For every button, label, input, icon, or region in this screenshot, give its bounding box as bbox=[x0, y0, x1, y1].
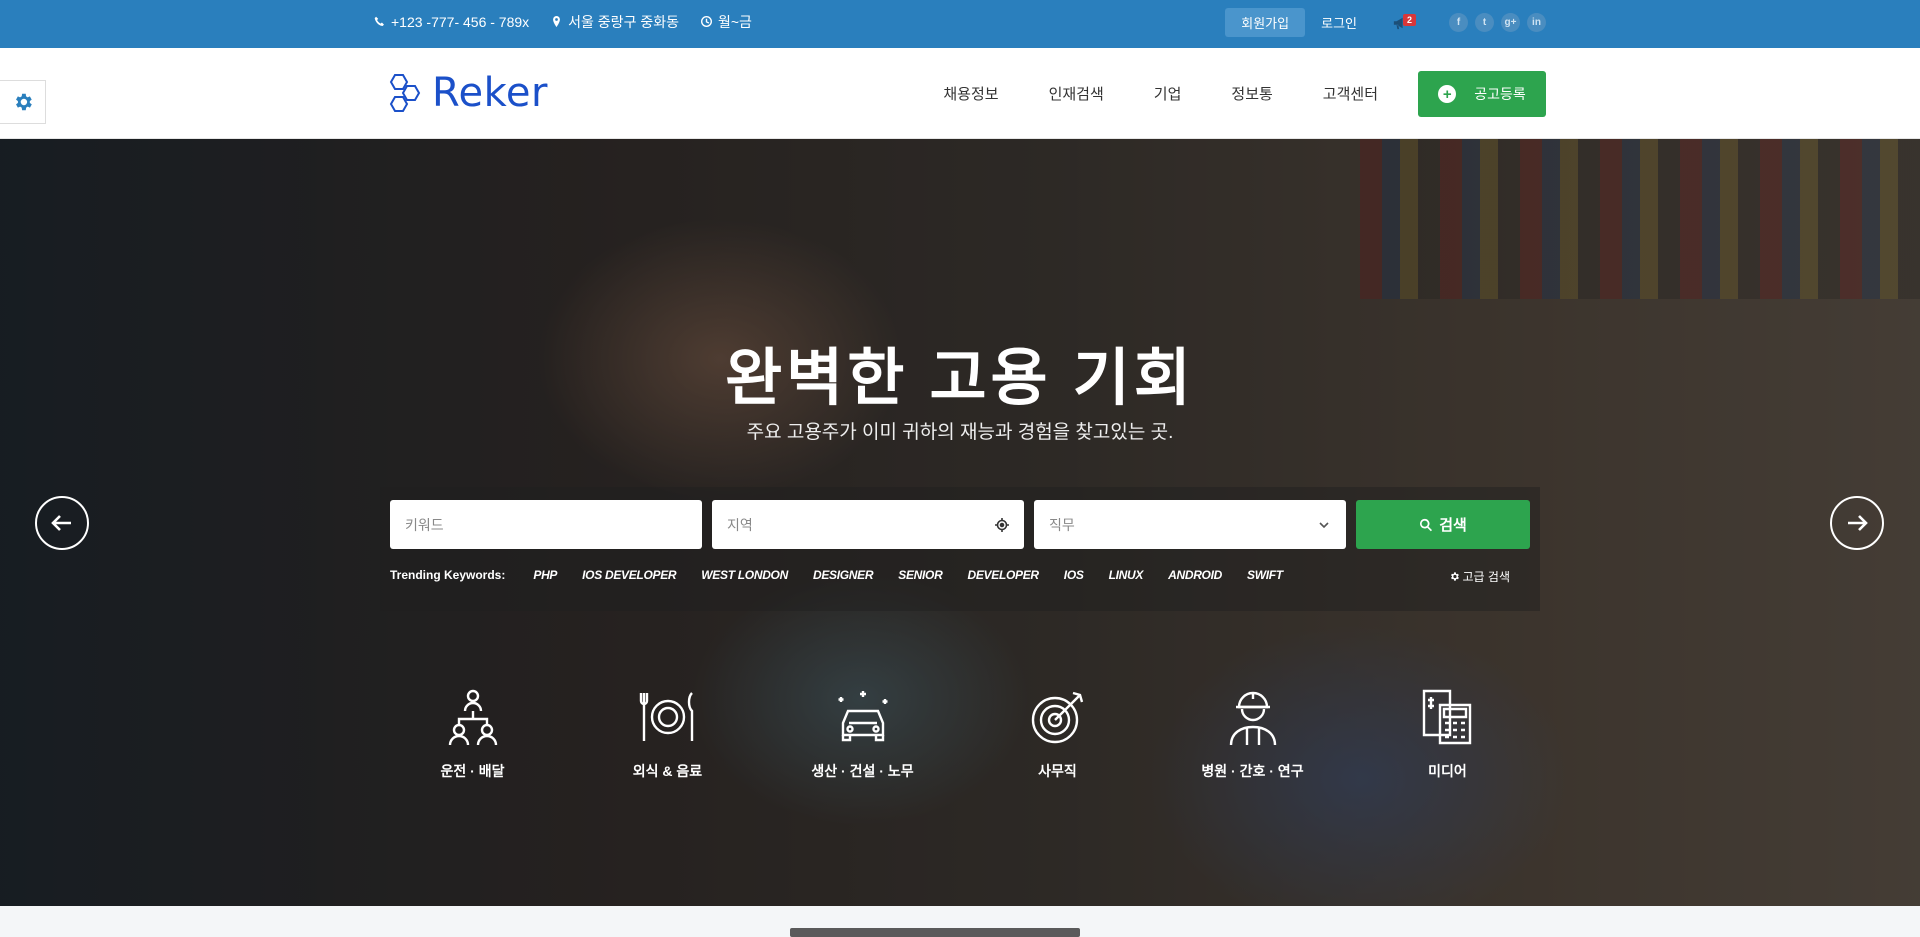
address-info: 서울 중랑구 중화동 bbox=[551, 12, 679, 32]
clock-icon bbox=[700, 14, 712, 30]
address-text: 서울 중랑구 중화동 bbox=[568, 14, 679, 30]
twitter-icon[interactable]: t bbox=[1475, 12, 1494, 32]
topbar-actions: 회원가입 로그인 2 f t g+ in bbox=[1225, 0, 1546, 44]
next-section-peek bbox=[0, 906, 1920, 937]
trending-keyword[interactable]: SWIFT bbox=[1247, 568, 1283, 582]
category-item[interactable]: 미디어 bbox=[1350, 687, 1545, 781]
top-bar: +123 -777- 456 - 789x 서울 중랑구 중화동 월~금 회원가… bbox=[0, 0, 1920, 48]
trending-keyword[interactable]: LINUX bbox=[1109, 568, 1144, 582]
site-logo[interactable]: Reker bbox=[382, 70, 548, 116]
job-category-select[interactable]: 직무 bbox=[1034, 500, 1346, 549]
hours-text: 월~금 bbox=[717, 14, 752, 30]
google-plus-icon[interactable]: g+ bbox=[1501, 12, 1520, 32]
phone-text: +123 -777- 456 - 789x bbox=[391, 14, 530, 30]
signup-button[interactable]: 회원가입 bbox=[1225, 7, 1306, 37]
gear-icon bbox=[15, 93, 32, 111]
car-icon bbox=[838, 691, 887, 742]
trending-keyword[interactable]: DEVELOPER bbox=[967, 568, 1039, 582]
arrow-left-icon bbox=[51, 515, 71, 531]
hero-subtitle: 주요 고용주가 이미 귀하의 재능과 경험을 찾고있는 곳. bbox=[746, 422, 1174, 443]
nav-info[interactable]: 정보통 bbox=[1231, 83, 1272, 104]
keyword-placeholder: 키워드 bbox=[405, 516, 444, 533]
advanced-search-link[interactable]: 고급 검색 bbox=[1449, 568, 1511, 585]
trending-keyword[interactable]: IOS DEVELOPER bbox=[582, 568, 676, 582]
main-header: Reker 채용정보 인재검색 기업 정보통 고객센터 + 공고등록 bbox=[0, 48, 1920, 139]
category-list: 운전 · 배달 외식 & 음료 생산 · 건설 · 노무 사무직 병원 · 간호… bbox=[375, 687, 1545, 781]
settings-toggle[interactable] bbox=[0, 80, 46, 124]
people-network-icon bbox=[448, 689, 497, 746]
prev-slide-button[interactable] bbox=[35, 496, 89, 550]
category-name: 사무직 bbox=[1038, 763, 1077, 779]
crosshair-icon[interactable] bbox=[995, 517, 1009, 532]
gear-icon bbox=[1450, 572, 1459, 581]
next-slide-button[interactable] bbox=[1830, 496, 1884, 550]
category-name: 생산 · 건설 · 노무 bbox=[811, 763, 914, 779]
section-heading-partial bbox=[790, 928, 1080, 937]
trending-keyword[interactable]: SENIOR bbox=[898, 568, 943, 582]
arrow-right-icon bbox=[1848, 515, 1868, 531]
advanced-search-label: 고급 검색 bbox=[1462, 570, 1511, 584]
location-placeholder: 지역 bbox=[727, 516, 753, 533]
nav-customer-center[interactable]: 고객센터 bbox=[1323, 83, 1378, 104]
category-item[interactable]: 운전 · 배달 bbox=[375, 687, 570, 781]
map-marker-icon bbox=[551, 14, 562, 30]
nav-companies[interactable]: 기업 bbox=[1154, 83, 1182, 104]
trending-keyword[interactable]: IOS bbox=[1064, 568, 1084, 582]
post-job-label: 공고등록 bbox=[1474, 86, 1526, 102]
category-item[interactable]: 생산 · 건설 · 노무 bbox=[765, 687, 960, 781]
phone-info: +123 -777- 456 - 789x bbox=[374, 14, 529, 30]
trending-label: Trending Keywords: bbox=[390, 568, 506, 582]
trending-keyword[interactable]: WEST LONDON bbox=[701, 568, 788, 582]
keyword-input[interactable]: 키워드 bbox=[390, 500, 702, 549]
category-item[interactable]: 병원 · 간호 · 연구 bbox=[1155, 687, 1350, 781]
nav-talent-search[interactable]: 인재검색 bbox=[1049, 83, 1104, 104]
category-name: 운전 · 배달 bbox=[440, 763, 505, 779]
nav-jobs[interactable]: 채용정보 bbox=[943, 83, 998, 104]
category-item[interactable]: 외식 & 음료 bbox=[570, 687, 765, 781]
job-placeholder: 직무 bbox=[1049, 516, 1075, 533]
hero-banner: 완벽한 고용 기회 주요 고용주가 이미 귀하의 재능과 경험을 찾고있는 곳.… bbox=[0, 139, 1920, 906]
hexagon-logo-icon bbox=[389, 74, 421, 112]
target-icon bbox=[1031, 691, 1083, 744]
location-input[interactable]: 지역 bbox=[712, 500, 1024, 549]
category-name: 병원 · 간호 · 연구 bbox=[1201, 763, 1304, 779]
logo-text: Reker bbox=[432, 70, 548, 116]
notification-button[interactable]: 2 bbox=[1393, 13, 1419, 31]
calculator-icon bbox=[1422, 689, 1471, 745]
search-icon bbox=[1420, 518, 1433, 531]
search-button[interactable]: 검색 bbox=[1356, 500, 1530, 549]
post-job-button[interactable]: + 공고등록 bbox=[1418, 71, 1546, 117]
phone-icon bbox=[374, 14, 385, 30]
plus-circle-icon: + bbox=[1438, 85, 1457, 103]
chevron-down-icon bbox=[1319, 521, 1329, 528]
category-item[interactable]: 사무직 bbox=[960, 687, 1155, 781]
category-name: 미디어 bbox=[1428, 763, 1467, 779]
login-link[interactable]: 로그인 bbox=[1321, 13, 1357, 32]
trending-keyword[interactable]: ANDROID bbox=[1168, 568, 1222, 582]
job-search-form: 키워드 지역 직무 검색 Trending Keywords: PHP IOS … bbox=[380, 487, 1540, 611]
linkedin-icon[interactable]: in bbox=[1527, 12, 1546, 32]
dining-icon bbox=[639, 692, 693, 741]
search-button-label: 검색 bbox=[1439, 517, 1467, 534]
social-links: f t g+ in bbox=[1449, 12, 1546, 32]
trending-keywords: Trending Keywords: PHP IOS DEVELOPER WES… bbox=[390, 568, 1308, 582]
contact-info: +123 -777- 456 - 789x 서울 중랑구 중화동 월~금 bbox=[374, 0, 752, 44]
trending-keyword[interactable]: DESIGNER bbox=[813, 568, 874, 582]
facebook-icon[interactable]: f bbox=[1449, 12, 1468, 32]
main-nav: 채용정보 인재검색 기업 정보통 고객센터 bbox=[943, 48, 1378, 139]
trending-keyword[interactable]: PHP bbox=[533, 568, 557, 582]
hours-info: 월~금 bbox=[700, 12, 752, 32]
worker-icon bbox=[1229, 691, 1276, 746]
category-name: 외식 & 음료 bbox=[632, 763, 703, 779]
notification-badge: 2 bbox=[1403, 14, 1417, 26]
hero-title: 완벽한 고용 기회 bbox=[725, 344, 1195, 413]
